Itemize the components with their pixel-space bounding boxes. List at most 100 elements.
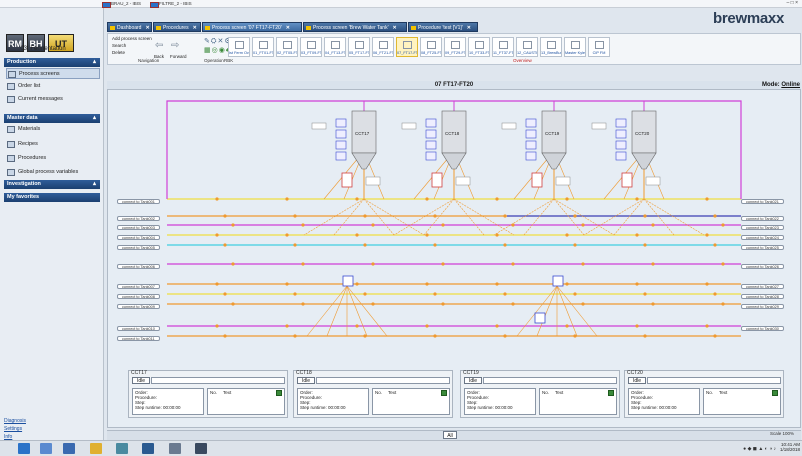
valve-point[interactable]: [511, 302, 515, 306]
screen-button[interactable]: 07_FT17-FT20: [396, 37, 418, 57]
valve-point[interactable]: [355, 324, 359, 328]
valve-point[interactable]: [651, 262, 655, 266]
valve-point[interactable]: [363, 292, 367, 296]
tank-instrument-icon[interactable]: [615, 140, 627, 150]
valve-point[interactable]: [215, 233, 219, 237]
valve-cluster-icon[interactable]: [342, 275, 354, 287]
right-line-label[interactable]: connect to Tank021: [741, 199, 784, 204]
valve-point[interactable]: [425, 233, 429, 237]
valve-point[interactable]: [363, 214, 367, 218]
valve-point[interactable]: [425, 197, 429, 201]
screen-button[interactable]: CIP FM: [588, 37, 610, 57]
valve-point[interactable]: [721, 223, 725, 227]
top-strip-tab[interactable]: BRAU_2 - IBIS: [102, 1, 141, 8]
valve-point[interactable]: [565, 324, 569, 328]
valve-point[interactable]: [643, 214, 647, 218]
valve-point[interactable]: [573, 292, 577, 296]
zoom-slider[interactable]: Scale 100%: [770, 431, 794, 436]
valve-point[interactable]: [635, 282, 639, 286]
window-controls[interactable]: ‒ □ ×: [787, 0, 799, 6]
valve-point[interactable]: [635, 324, 639, 328]
screen-button[interactable]: Master Kyle la...: [564, 37, 586, 57]
screen-button[interactable]: 09_FT29-FT32: [444, 37, 466, 57]
valve-point[interactable]: [293, 292, 297, 296]
valve-point[interactable]: [511, 223, 515, 227]
view-filter[interactable]: All: [443, 431, 457, 439]
tank-instrument-icon[interactable]: [425, 129, 437, 139]
left-line-label[interactable]: connect to Tank007: [117, 284, 160, 289]
valve-point[interactable]: [503, 334, 507, 338]
valve-point[interactable]: [371, 223, 375, 227]
valve-point[interactable]: [231, 302, 235, 306]
left-line-label[interactable]: connect to Tank011: [117, 336, 160, 341]
valve-point[interactable]: [705, 233, 709, 237]
tank-outlet-valve[interactable]: [531, 172, 543, 188]
valve-point[interactable]: [511, 262, 515, 266]
valve-point[interactable]: [713, 243, 717, 247]
unit-state-button[interactable]: Idle: [132, 377, 150, 384]
screen-button[interactable]: 02_FT05-FT08: [276, 37, 298, 57]
tank-outlet-valve[interactable]: [341, 172, 353, 188]
valve-point[interactable]: [285, 282, 289, 286]
left-line-label[interactable]: connect to Tank002: [117, 216, 160, 221]
close-icon[interactable]: ✕: [393, 25, 397, 31]
notes-add-icon[interactable]: [772, 390, 778, 396]
section-investigation[interactable]: Investigation: [4, 180, 100, 189]
valve-point[interactable]: [231, 223, 235, 227]
valve-point[interactable]: [223, 243, 227, 247]
valve-point[interactable]: [565, 233, 569, 237]
tank-instrument-icon[interactable]: [425, 118, 437, 128]
valve-point[interactable]: [215, 324, 219, 328]
file-explorer-icon[interactable]: [40, 443, 52, 454]
screen-button[interactable]: 11_FT37-FT40: [492, 37, 514, 57]
valve-point[interactable]: [713, 214, 717, 218]
screen-button[interactable]: Ist Ferm Overvw: [228, 37, 250, 57]
screen-button[interactable]: 05_FT17-FT20: [348, 37, 370, 57]
valve-cluster-icon[interactable]: [552, 275, 564, 287]
valve-point[interactable]: [425, 282, 429, 286]
valve-point[interactable]: [371, 262, 375, 266]
screen-button[interactable]: 13_BrewBuffer: [540, 37, 562, 57]
valve-cluster-icon[interactable]: [534, 312, 546, 324]
right-line-label[interactable]: connect to Tank029: [741, 304, 784, 309]
close-icon[interactable]: ✕: [286, 25, 290, 31]
valve-point[interactable]: [581, 302, 585, 306]
app-icon-3[interactable]: [169, 443, 181, 454]
app-icon[interactable]: [116, 443, 128, 454]
notes-add-icon[interactable]: [608, 390, 614, 396]
valve-point[interactable]: [495, 282, 499, 286]
valve-point[interactable]: [565, 197, 569, 201]
valve-point[interactable]: [721, 262, 725, 266]
valve-point[interactable]: [503, 243, 507, 247]
valve-point[interactable]: [293, 214, 297, 218]
valve-point[interactable]: [215, 282, 219, 286]
valve-point[interactable]: [371, 302, 375, 306]
nav-procedures[interactable]: Procedures: [6, 153, 100, 164]
tank-instrument-icon[interactable]: [525, 140, 537, 150]
tank-instrument-icon[interactable]: [615, 129, 627, 139]
valve-point[interactable]: [425, 324, 429, 328]
valve-point[interactable]: [573, 214, 577, 218]
section-master-data[interactable]: Master data: [4, 114, 100, 123]
tank-instrument-icon[interactable]: [525, 151, 537, 161]
valve-point[interactable]: [705, 324, 709, 328]
valve-point[interactable]: [355, 282, 359, 286]
valve-point[interactable]: [215, 197, 219, 201]
valve-point[interactable]: [223, 292, 227, 296]
tank-instrument-icon[interactable]: [335, 118, 347, 128]
left-line-label[interactable]: connect to Tank009: [117, 304, 160, 309]
notes-add-icon[interactable]: [441, 390, 447, 396]
close-icon[interactable]: ✕: [193, 25, 197, 31]
tank-instrument-icon[interactable]: [425, 140, 437, 150]
add-process-screen-button[interactable]: Add process screen: [112, 36, 152, 41]
valve-point[interactable]: [301, 223, 305, 227]
valve-point[interactable]: [503, 214, 507, 218]
valve-point[interactable]: [441, 302, 445, 306]
valve-point[interactable]: [293, 243, 297, 247]
left-line-label[interactable]: connect to Tank010: [117, 326, 160, 331]
left-line-label[interactable]: connect to Tank006: [117, 264, 160, 269]
tab-procedures[interactable]: Procedures ✕: [153, 22, 201, 32]
app-icon-4[interactable]: [195, 443, 207, 454]
browser-icon[interactable]: [63, 443, 75, 454]
close-icon[interactable]: ✕: [467, 25, 471, 31]
